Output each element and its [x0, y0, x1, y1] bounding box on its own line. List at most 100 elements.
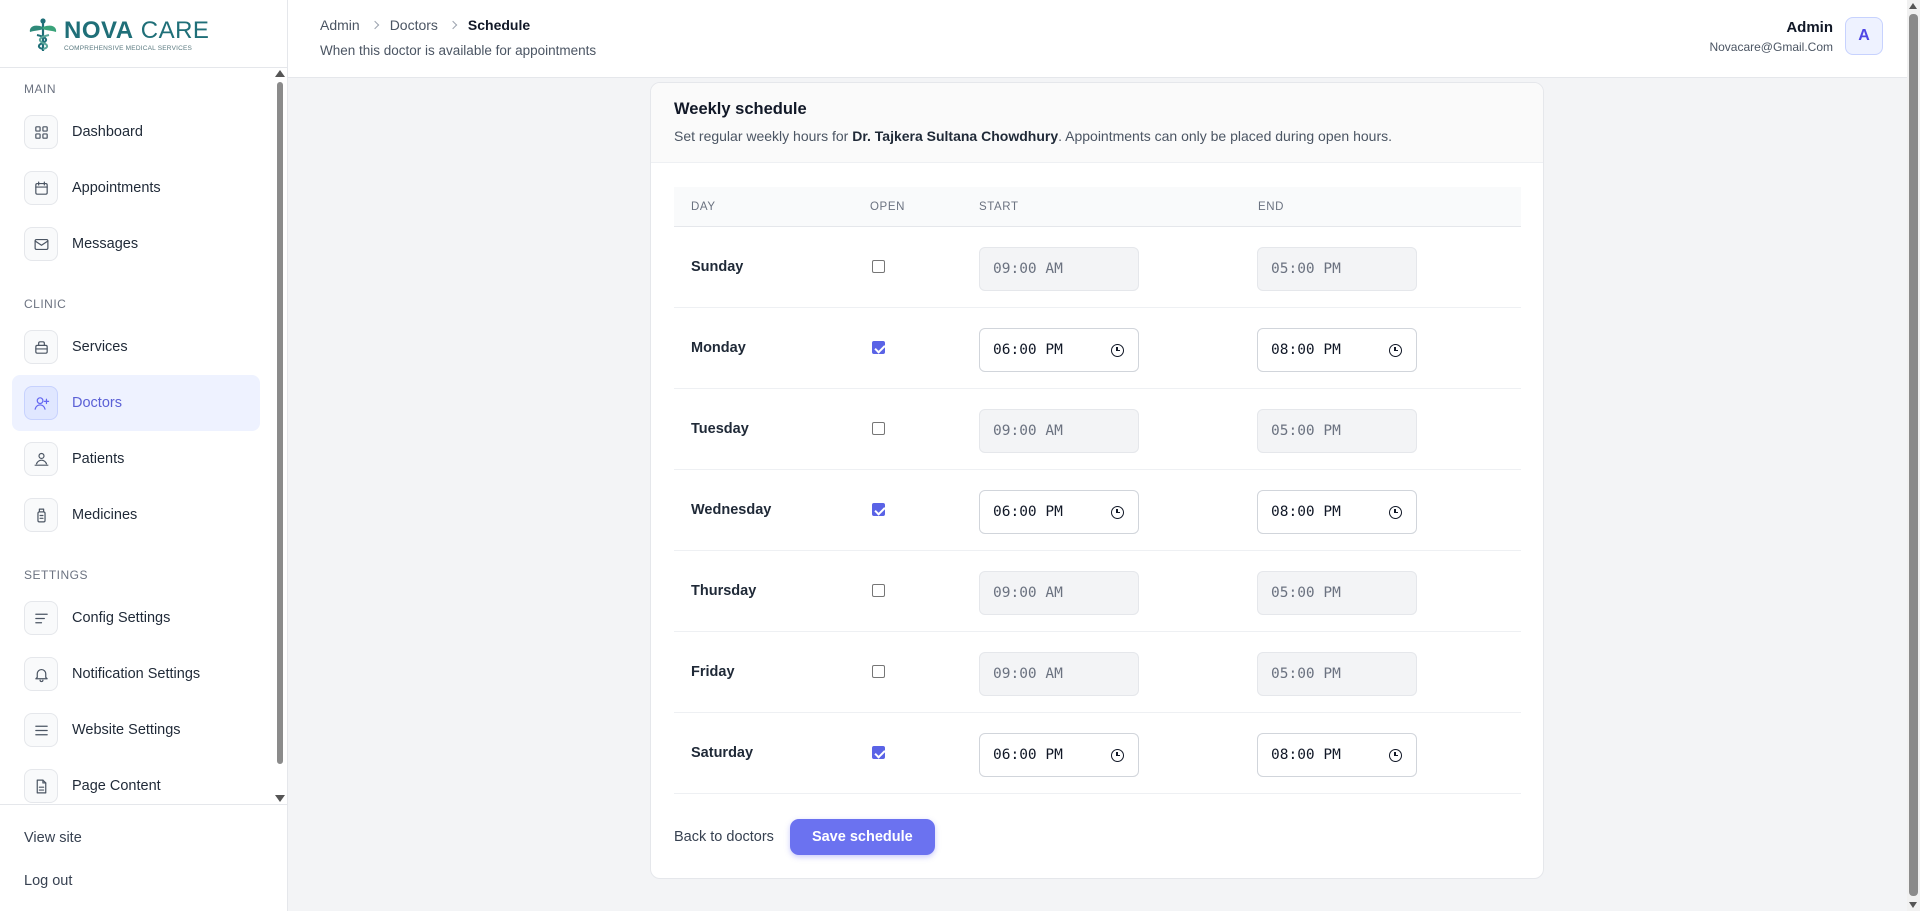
sidebar-item-label: Doctors	[72, 395, 122, 411]
open-checkbox[interactable]	[872, 665, 885, 678]
sidebar-item-page-content[interactable]: Page Content	[12, 758, 260, 804]
sidebar-item-dashboard[interactable]: Dashboard	[12, 104, 260, 160]
end-time-input[interactable]: 05:00 PM	[1257, 652, 1417, 696]
end-time-input[interactable]: 05:00 PM	[1257, 247, 1417, 291]
page-scroll-thumb[interactable]	[1909, 14, 1918, 896]
user-email: Novacare@Gmail.Com	[1709, 39, 1833, 54]
sidebar-item-website-settings[interactable]: Website Settings	[12, 702, 260, 758]
sidebar-item-label: Website Settings	[72, 722, 181, 738]
end-time-input[interactable]: 08:00 PM	[1257, 328, 1417, 372]
end-time-value: 08:00 PM	[1271, 342, 1341, 358]
sidebar-scroll-thumb[interactable]	[277, 82, 283, 764]
scroll-up-arrow-icon[interactable]	[1909, 3, 1917, 9]
view-site-link[interactable]: View site	[24, 830, 82, 846]
end-time-value: 05:00 PM	[1271, 423, 1341, 439]
bell-icon	[24, 657, 58, 691]
save-schedule-button[interactable]: Save schedule	[789, 819, 935, 855]
sidebar-item-label: Config Settings	[72, 610, 171, 626]
briefcase-icon	[24, 330, 58, 364]
open-checkbox[interactable]	[872, 422, 885, 435]
clock-icon[interactable]	[1111, 749, 1124, 762]
breadcrumb-admin[interactable]: Admin	[320, 17, 360, 33]
sidebar-scrollbar[interactable]	[275, 68, 285, 804]
page-scrollbar[interactable]	[1907, 0, 1920, 911]
sidebar-nav: MAIN Dashboard Appointments Messages CLI…	[0, 68, 276, 804]
open-checkbox[interactable]	[872, 503, 885, 516]
end-time-input[interactable]: 08:00 PM	[1257, 733, 1417, 777]
end-time-value: 05:00 PM	[1271, 261, 1341, 277]
start-time-input[interactable]: 06:00 PM	[979, 733, 1139, 777]
table-row: Saturday 06:00 PM 08:00 PM	[674, 713, 1521, 794]
day-name: Friday	[691, 664, 735, 680]
open-checkbox[interactable]	[872, 746, 885, 759]
nav-section-settings: SETTINGS	[24, 568, 89, 582]
start-time-value: 09:00 AM	[993, 261, 1063, 277]
open-checkbox[interactable]	[872, 260, 885, 273]
day-name: Thursday	[691, 583, 757, 599]
back-to-doctors-link[interactable]: Back to doctors	[674, 829, 774, 845]
grid-icon	[24, 115, 58, 149]
clock-icon[interactable]	[1389, 344, 1402, 357]
sidebar-item-label: Patients	[72, 451, 125, 467]
brand-tagline: COMPREHENSIVE MEDICAL SERVICES	[64, 44, 193, 52]
day-name: Monday	[691, 340, 746, 356]
avatar[interactable]: A	[1845, 17, 1883, 55]
weekly-schedule-card: Weekly schedule Set regular weekly hours…	[650, 82, 1544, 879]
start-time-value: 09:00 AM	[993, 423, 1063, 439]
nav-section-main: MAIN	[24, 82, 56, 96]
start-time-input[interactable]: 09:00 AM	[979, 652, 1139, 696]
mail-icon	[24, 227, 58, 261]
breadcrumb-schedule: Schedule	[467, 17, 531, 33]
end-time-input[interactable]: 05:00 PM	[1257, 571, 1417, 615]
user-menu[interactable]: Admin Novacare@Gmail.Com A	[1709, 17, 1883, 55]
clock-icon[interactable]	[1111, 506, 1124, 519]
end-time-input[interactable]: 05:00 PM	[1257, 409, 1417, 453]
scroll-down-arrow-icon[interactable]	[1909, 902, 1917, 908]
brand-name-rest: CARE	[133, 16, 210, 44]
schedule-table: DAY OPEN START END Sunday 09:00 AM 05:00…	[674, 187, 1521, 794]
sidebar-item-services[interactable]: Services	[12, 319, 260, 375]
table-row: Thursday 09:00 AM 05:00 PM	[674, 551, 1521, 632]
user-plus-icon	[24, 386, 58, 420]
sidebar-item-label: Notification Settings	[72, 666, 201, 682]
desc-suffix: . Appointments can only be placed during…	[1058, 128, 1393, 144]
scroll-down-arrow-icon[interactable]	[275, 795, 285, 802]
start-time-input[interactable]: 06:00 PM	[979, 490, 1139, 534]
sidebar-item-patients[interactable]: Patients	[12, 431, 260, 487]
scroll-up-arrow-icon[interactable]	[275, 70, 285, 77]
sidebar-item-label: Page Content	[72, 778, 161, 794]
column-header-day: DAY	[691, 201, 716, 213]
breadcrumb-doctors[interactable]: Doctors	[390, 17, 438, 33]
sidebar-item-messages[interactable]: Messages	[12, 216, 260, 272]
start-time-input[interactable]: 06:00 PM	[979, 328, 1139, 372]
brand-name-bold: NOVA	[64, 16, 134, 44]
clock-icon[interactable]	[1389, 749, 1402, 762]
logout-link[interactable]: Log out	[24, 873, 72, 889]
end-time-value: 05:00 PM	[1271, 666, 1341, 682]
card-header: Weekly schedule Set regular weekly hours…	[651, 83, 1543, 163]
breadcrumb: Admin Doctors Schedule	[320, 17, 530, 33]
sidebar-item-medicines[interactable]: Medicines	[12, 487, 260, 543]
card-title: Weekly schedule	[674, 100, 807, 118]
start-time-value: 09:00 AM	[993, 666, 1063, 682]
start-time-input[interactable]: 09:00 AM	[979, 571, 1139, 615]
start-time-input[interactable]: 09:00 AM	[979, 409, 1139, 453]
clock-icon[interactable]	[1389, 506, 1402, 519]
sidebar-item-appointments[interactable]: Appointments	[12, 160, 260, 216]
day-name: Wednesday	[691, 502, 772, 518]
sidebar-footer: View site Log out	[0, 804, 287, 889]
chevron-right-icon	[448, 20, 458, 30]
sidebar-item-config-settings[interactable]: Config Settings	[12, 590, 260, 646]
start-time-input[interactable]: 09:00 AM	[979, 247, 1139, 291]
sidebar-item-notification-settings[interactable]: Notification Settings	[12, 646, 260, 702]
day-name: Sunday	[691, 259, 744, 275]
open-checkbox[interactable]	[872, 584, 885, 597]
brand-logo[interactable]: NOVA CARE COMPREHENSIVE MEDICAL SERVICES	[26, 16, 209, 54]
lines-icon	[24, 601, 58, 635]
sidebar-item-doctors[interactable]: Doctors	[12, 375, 260, 431]
chevron-right-icon	[370, 20, 379, 30]
end-time-value: 05:00 PM	[1271, 585, 1341, 601]
clock-icon[interactable]	[1111, 344, 1124, 357]
end-time-input[interactable]: 08:00 PM	[1257, 490, 1417, 534]
open-checkbox[interactable]	[872, 341, 885, 354]
